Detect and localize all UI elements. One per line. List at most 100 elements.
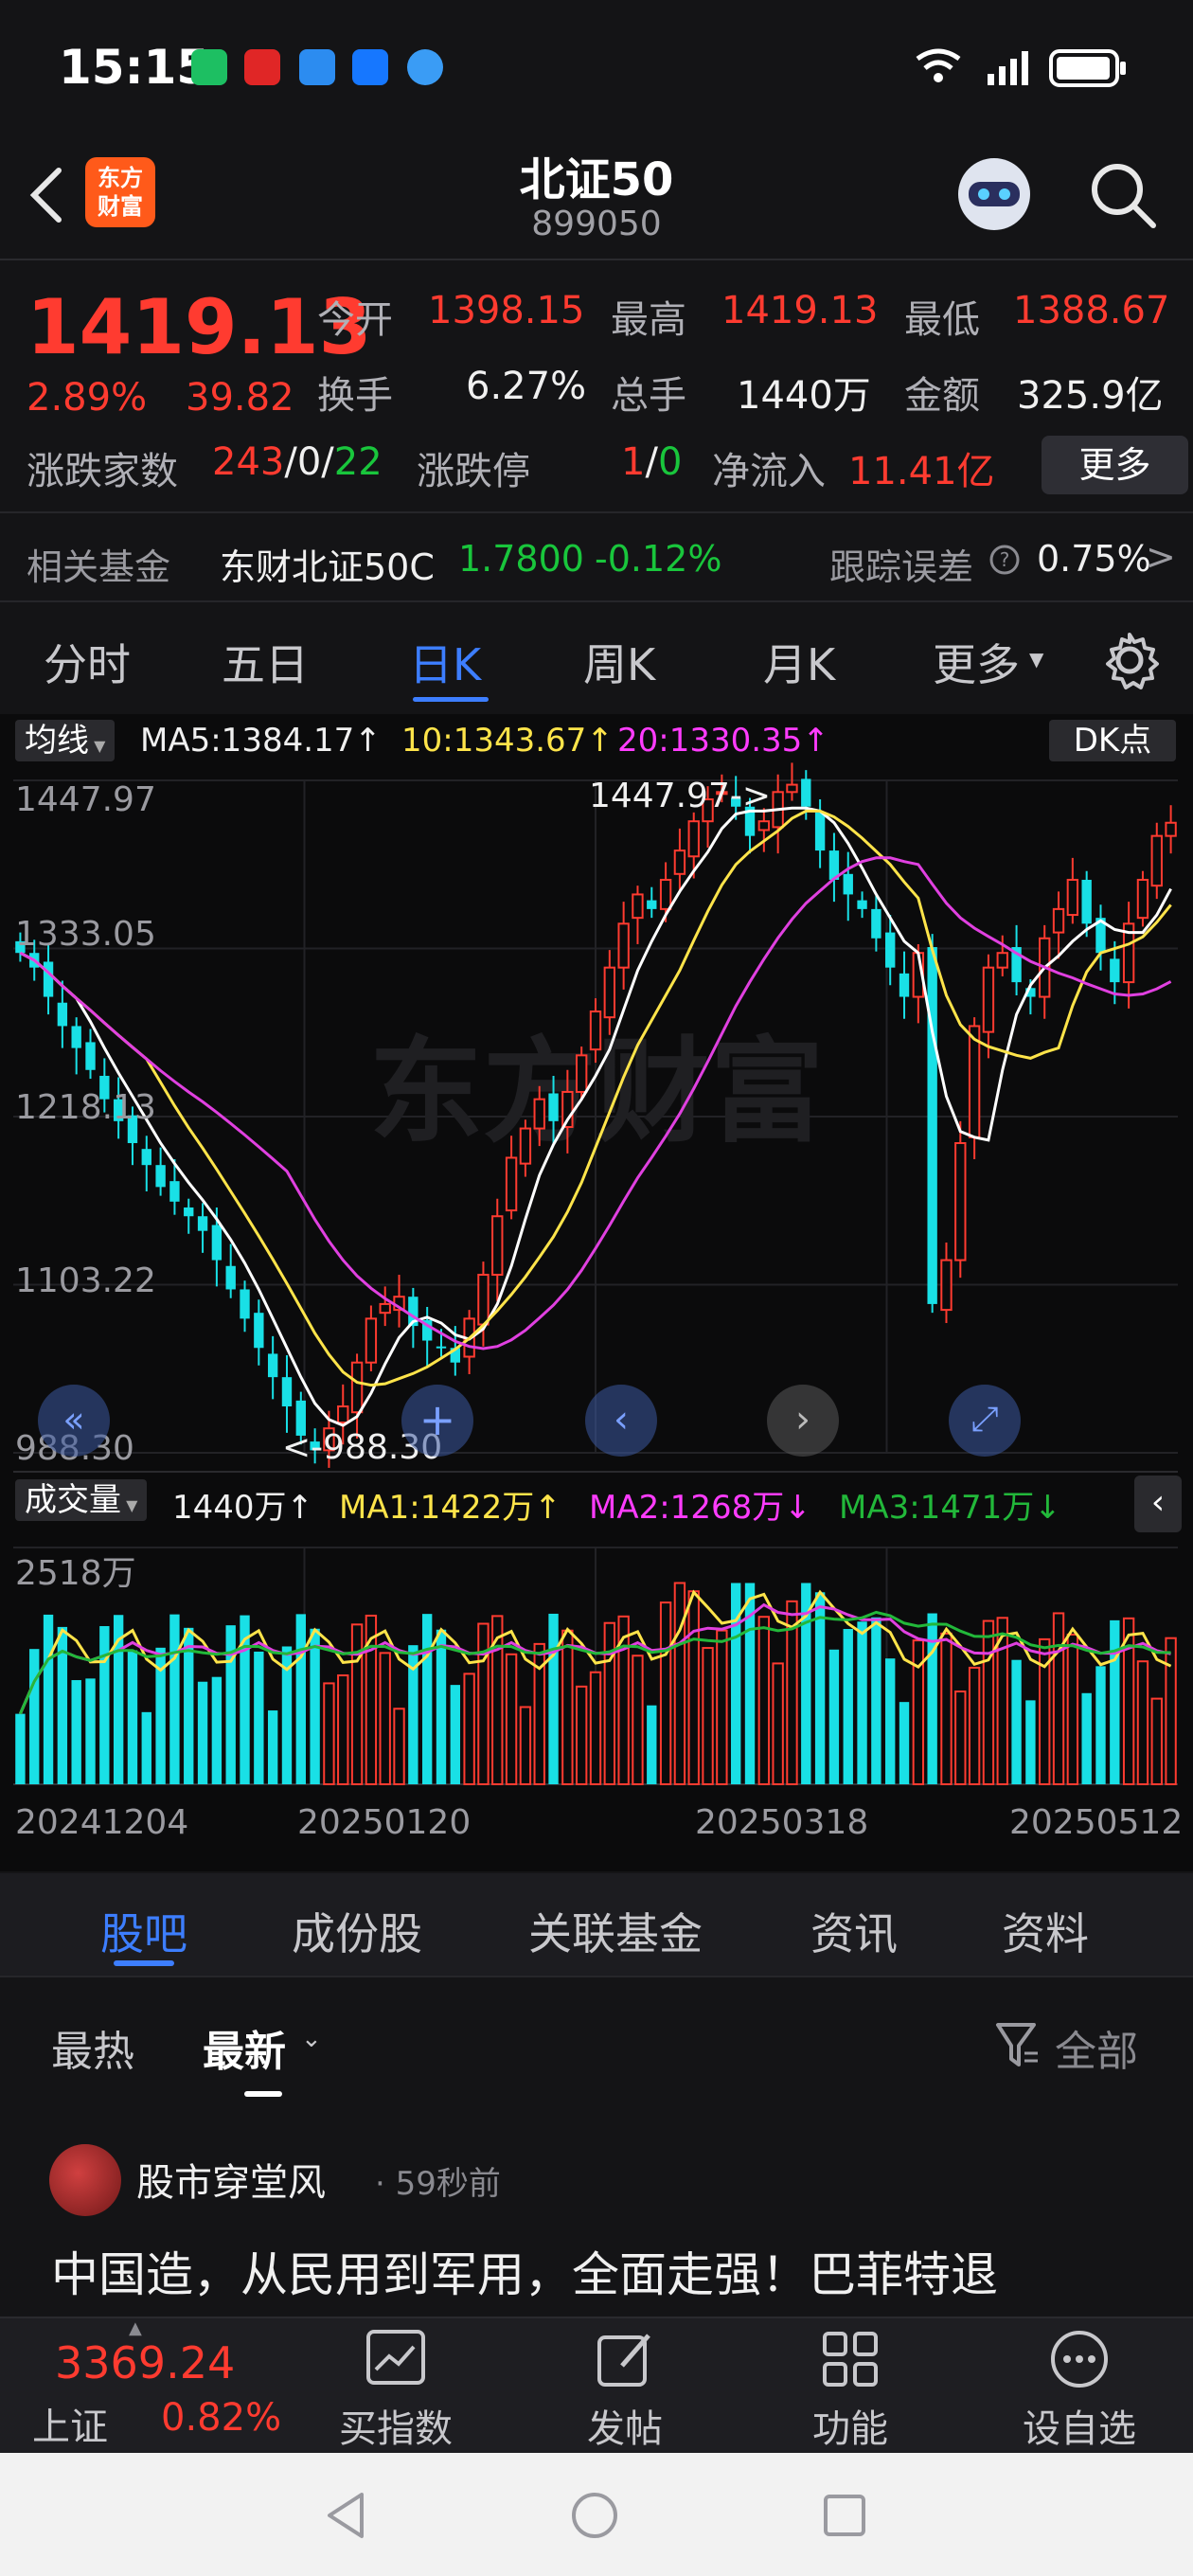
fullscreen-button[interactable]: ⤢ (949, 1385, 1021, 1457)
filter-icon[interactable] (994, 2019, 1042, 2072)
change-amount: 39.82 (186, 376, 294, 420)
tab-intraday[interactable]: 分时 (44, 631, 131, 693)
more-button[interactable]: 更多 (1042, 436, 1188, 494)
ma-selector[interactable]: 均线 ▼ (15, 720, 116, 761)
candle-body (71, 1026, 81, 1048)
candle-body (43, 961, 54, 997)
filter-latest[interactable]: 最新 (203, 2017, 286, 2078)
chevron-down-icon: ⌄ (301, 2025, 322, 2053)
gear-icon[interactable] (1098, 629, 1161, 691)
volume-bar (310, 1628, 320, 1784)
post-item[interactable]: 股市穿堂风 · 59秒前 中国造，从民用到军用，全面走强！巴菲特退 (0, 2110, 1193, 2317)
related-fund-row[interactable]: 相关基金 东财北证50C 1.7800 -0.12% 跟踪误差 ? 0.75% … (0, 511, 1193, 602)
volume-bar (548, 1613, 559, 1784)
grid-apps-icon (765, 2328, 935, 2394)
y-tick: 1333.05 (15, 915, 156, 954)
volume-bar (421, 1614, 433, 1784)
post-text[interactable]: 中国造，从民用到军用，全面走强！巴菲特退 (51, 2237, 998, 2305)
robot-assistant-icon[interactable] (952, 152, 1037, 237)
candle-body (757, 820, 771, 832)
collapse-panel-button[interactable]: ‹ (1134, 1476, 1182, 1532)
post-filters: 最热 最新 ⌄ 全部 (0, 1977, 1193, 2110)
candle-body (632, 893, 644, 920)
kline-chart-svg[interactable]: 东方财富 (0, 714, 1193, 1871)
volume-bar (871, 1617, 881, 1784)
help-icon[interactable]: ? (988, 544, 1021, 576)
total-hands-value: 1440万 (737, 374, 871, 418)
volume-bar (29, 1649, 40, 1784)
kline-chart[interactable]: 东方财富 均线 ▼ MA5:1384.17↑ 10:1343.67↑ 20:13… (0, 714, 1193, 1871)
volume-bar (254, 1651, 264, 1784)
candle-body (786, 783, 798, 794)
post-button[interactable]: 发帖 (540, 2398, 710, 2453)
back-arrow-icon[interactable] (25, 165, 66, 225)
candle-body (885, 932, 896, 968)
app-notification-icon (191, 49, 227, 85)
tab-constituents[interactable]: 成份股 (292, 1900, 422, 1962)
volume-selector[interactable]: 成交量 ▼ (15, 1479, 148, 1521)
tab-news[interactable]: 资讯 (810, 1900, 898, 1962)
scroll-left-button[interactable]: ‹ (585, 1385, 657, 1457)
eastmoney-logo[interactable]: 东方 财富 (85, 157, 155, 227)
nav-home-icon[interactable] (568, 2489, 621, 2542)
filter-hot[interactable]: 最热 (51, 2017, 134, 2078)
tab-guba[interactable]: 股吧 (100, 1900, 187, 1962)
functions-button[interactable]: 功能 (765, 2398, 935, 2453)
candle-body (673, 850, 686, 875)
candle-body (365, 1317, 378, 1364)
volume-bar (197, 1681, 208, 1784)
candle-body (899, 973, 910, 997)
scroll-left-fast-button[interactable]: « (38, 1385, 110, 1457)
volume-bar (127, 1650, 138, 1784)
volume-bar (43, 1614, 54, 1784)
nav-back-icon[interactable] (320, 2489, 373, 2542)
more-dots-icon (994, 2328, 1165, 2394)
quote-panel: 1419.13 2.89% 39.82 今开 1398.15 最高 1419.1… (0, 262, 1193, 494)
zoom-in-button[interactable]: + (401, 1385, 473, 1457)
candle-body (254, 1313, 264, 1349)
buy-index-button[interactable]: 买指数 (311, 2398, 481, 2453)
search-icon[interactable] (1087, 159, 1159, 231)
volume-bar (1165, 1637, 1177, 1786)
tracking-error-label: 跟踪误差 (829, 546, 974, 588)
candle-body (603, 966, 616, 1019)
tab-more[interactable]: 更多 (933, 631, 1020, 693)
filter-all[interactable]: 全部 (1055, 2017, 1138, 2078)
volume-bar (982, 1619, 995, 1785)
volume-bar (323, 1682, 335, 1786)
page-title: 北证50 (519, 153, 674, 206)
edit-post-icon (540, 2328, 710, 2394)
vol-ma1-label: MA1:1422万↑ (339, 1489, 561, 1527)
volume-bar (337, 1674, 349, 1785)
volume-bar (99, 1626, 110, 1784)
fund-change: -0.12% (595, 538, 722, 580)
vol-ma2-label: MA2:1268万↓ (589, 1489, 811, 1527)
tab-daily-k[interactable]: 日K (409, 631, 481, 693)
tab-weekly-k[interactable]: 周K (583, 631, 655, 693)
avatar[interactable] (49, 2144, 121, 2216)
candle-body (801, 778, 811, 807)
dk-point-button[interactable]: DK点 (1049, 720, 1176, 761)
volume-bar (1081, 1692, 1092, 1784)
candle-body (281, 1377, 293, 1407)
ma10-label: 10:1343.67↑ (401, 722, 614, 760)
high-value: 1419.13 (721, 289, 879, 332)
x-tick: 20250318 (695, 1803, 869, 1842)
volume-top-tick: 2518万 (15, 1554, 136, 1593)
wifi-signal-battery-icon (916, 48, 1126, 87)
nav-recents-icon[interactable] (818, 2489, 871, 2542)
volume-bar (954, 1690, 967, 1785)
tab-related-funds[interactable]: 关联基金 (528, 1900, 703, 1962)
sh-index-price[interactable]: 3369.24 (55, 2337, 235, 2388)
period-tabs: 分时 五日 日K 周K 月K 更多 ▼ (0, 602, 1193, 714)
open-value: 1398.15 (428, 289, 585, 332)
tab-profile[interactable]: 资料 (1002, 1900, 1089, 1962)
post-author[interactable]: 股市穿堂风 (136, 2152, 326, 2207)
scroll-right-button[interactable]: › (767, 1385, 839, 1457)
tab-five-day[interactable]: 五日 (222, 631, 309, 693)
tab-monthly-k[interactable]: 月K (763, 631, 835, 693)
candle-body (533, 1098, 545, 1130)
breadth-label: 涨跌家数 (27, 450, 178, 493)
add-watchlist-button[interactable]: 设自选 (994, 2398, 1165, 2453)
volume-bar (757, 1616, 771, 1786)
